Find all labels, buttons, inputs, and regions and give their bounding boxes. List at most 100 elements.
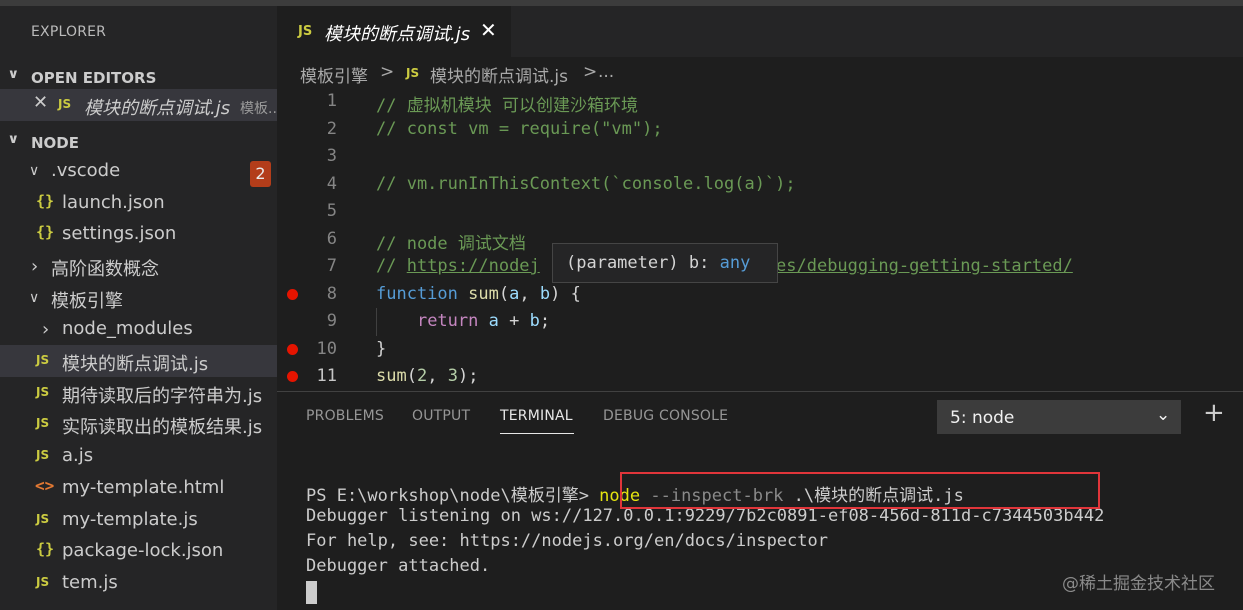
watermark: @稀土掘金技术社区 [1062,574,1215,594]
terminal-line: For help, see: https://nodejs.org/en/doc… [306,531,828,551]
command-highlight-box [620,472,1100,509]
tree-item-my-template-js[interactable]: JS my-template.js [0,504,277,536]
hover-colon: : [699,253,710,273]
code-line: // vm.runInThisContext(`console.log(a)`)… [376,174,796,194]
line-number: 6 [326,229,337,249]
line-number: 1 [326,91,337,111]
tree-item-folder-template-engine[interactable]: ∨ 模板引擎 [0,282,277,314]
punct: , [519,284,540,304]
punct: ) { [550,284,581,304]
open-editor-name: 模块的断点调试.js [84,98,231,119]
plus-icon[interactable]: + [1203,398,1225,428]
breakpoint-icon[interactable] [287,371,298,382]
function-name: sum [468,284,499,304]
hover-name: b [688,253,700,273]
breadcrumb-file[interactable]: 模块的断点调试.js [430,62,568,87]
comment-prefix: // [376,256,407,276]
tree-item-label: 期待读取后的字符串为.js [62,386,263,407]
open-editor-item[interactable]: ✕ JS 模块的断点调试.js 模板... [0,89,277,121]
line-number: 9 [326,311,337,331]
explorer-title: EXPLORER [31,24,107,40]
comment-link[interactable]: des/debugging-getting-started/ [766,256,1073,276]
terminal-select[interactable]: 5: node ⌄ [937,400,1181,434]
tree-item-folder-gaojie[interactable]: › 高阶函数概念 [0,250,277,282]
tree-item-my-template-html[interactable]: <> my-template.html [0,472,277,504]
code-editor[interactable]: 1 2 3 4 5 6 7 8 9 10 11 // 虚拟机模块 可以创建沙箱环… [277,88,1243,390]
tree-item-tem-js[interactable]: JS tem.js [0,567,277,599]
tree-item-node-modules[interactable]: › node_modules [0,313,277,345]
tab-active-file[interactable]: JS 模块的断点调试.js ✕ [277,6,511,57]
problems-badge: 2 [250,161,271,187]
tree-item-label: 模板引擎 [51,291,123,312]
tree-item-label: package-lock.json [62,540,224,561]
tree-item-label: settings.json [62,223,177,244]
chevron-down-icon: ∨ [29,163,40,179]
param: b [539,284,551,304]
tree-item-label: 模块的断点调试.js [62,354,209,375]
line-number: 11 [316,366,337,386]
number: 2 [416,366,428,386]
json-file-icon: {} [36,192,55,210]
breakpoint-icon[interactable] [287,344,298,355]
param: a [509,284,520,304]
tree-item-breakpoint-js[interactable]: JS 模块的断点调试.js [0,345,277,377]
line-number: 8 [326,284,337,304]
tab-terminal[interactable]: TERMINAL [500,408,573,424]
tree-item-a-js[interactable]: JS a.js [0,440,277,472]
terminal-select-value: 5: node [950,408,1015,428]
tab-debug-console[interactable]: DEBUG CONSOLE [603,408,728,424]
js-file-icon: JS [58,97,72,111]
terminal-line: Debugger listening on ws://127.0.0.1:922… [306,506,1105,526]
tree-item-vscode[interactable]: ∨ .vscode 2 [0,155,277,187]
tab-label: 模块的断点调试.js [324,24,471,45]
chevron-down-icon: ∨ [7,132,20,147]
line-number: 4 [326,174,337,194]
json-file-icon: {} [36,540,55,558]
tree-item-label: launch.json [62,192,165,213]
tree-item-actual-js[interactable]: JS 实际读取出的模板结果.js [0,408,277,440]
js-file-icon: JS [298,24,313,39]
line-number: 2 [326,119,337,139]
breakpoint-icon[interactable] [287,289,298,300]
keyword: function [376,284,458,304]
keyword: return [416,311,479,331]
terminal-prompt: PS E:\workshop\node\模板引擎> [306,486,600,506]
js-file-icon: JS [36,448,50,462]
node-section[interactable]: ∨ NODE [0,126,277,156]
chevron-down-icon: ⌄ [1156,405,1171,425]
tree-item-launch-json[interactable]: {} launch.json [0,187,277,219]
tree-item-expected-js[interactable]: JS 期待读取后的字符串为.js [0,377,277,409]
punct: ); [457,366,479,386]
line-number: 10 [316,339,337,359]
tree-item-label: a.js [62,445,94,466]
param: b [529,311,540,331]
code-line: // 虚拟机模块 可以创建沙箱环境 [376,96,638,116]
tree-item-package-lock[interactable]: {} package-lock.json [0,535,277,567]
code-line: sum(2, 3); [376,366,478,386]
tree-item-label: my-template.html [62,477,225,498]
open-editors-section[interactable]: ∨ OPEN EDITORS [0,61,277,91]
json-file-icon: {} [36,223,55,241]
breadcrumb-separator: > [380,62,395,82]
punct: ( [406,366,417,386]
breadcrumb-more[interactable]: ... [598,62,614,82]
tab-problems[interactable]: PROBLEMS [306,408,384,424]
close-icon[interactable]: ✕ [480,18,497,42]
punct: ( [498,284,510,304]
close-icon[interactable]: ✕ [33,92,48,113]
punct: , [427,366,448,386]
js-file-icon: JS [36,353,50,367]
tree-item-settings-json[interactable]: {} settings.json [0,218,277,250]
js-file-icon: JS [36,385,50,399]
tree-item-label: tem.js [62,572,118,593]
tree-item-label: 高阶函数概念 [51,259,159,280]
js-file-icon: JS [36,512,50,526]
breadcrumb-folder[interactable]: 模板引擎 [300,62,368,87]
open-editors-label: OPEN EDITORS [31,69,157,87]
comment-link[interactable]: https://nodej [407,256,540,276]
code-line: // node 调试文档 [376,234,526,254]
line-number: 3 [326,146,337,166]
chevron-right-icon: › [31,256,39,277]
tab-output[interactable]: OUTPUT [412,408,470,424]
js-file-icon: JS [36,575,50,589]
